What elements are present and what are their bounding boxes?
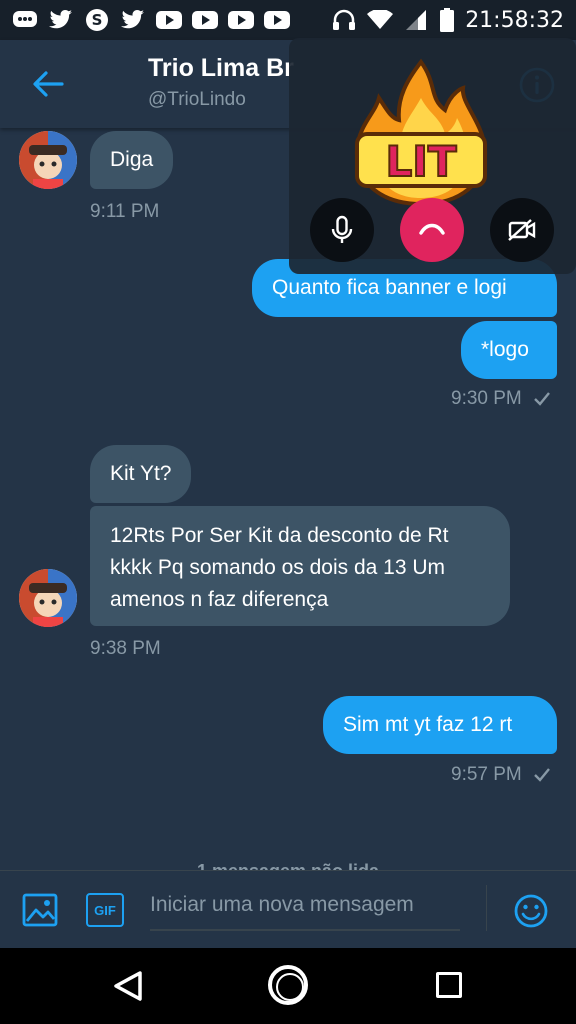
gif-button[interactable]: GIF — [86, 893, 124, 927]
skype-icon: S — [84, 9, 110, 31]
lit-fire-sticker: LIT — [341, 58, 501, 208]
youtube-icon — [228, 9, 254, 31]
nav-home-icon[interactable] — [268, 965, 308, 1005]
call-overlay[interactable]: LIT — [289, 38, 576, 274]
youtube-icon — [192, 9, 218, 31]
conversation-handle: @TrioLindo — [148, 89, 246, 110]
nav-back-icon[interactable] — [112, 970, 144, 1007]
message-line: amenos n faz diferença — [110, 588, 329, 611]
add-image-icon[interactable] — [22, 893, 58, 927]
sent-check-icon — [534, 392, 550, 406]
status-bar: S 21:58:32 — [0, 0, 576, 40]
back-arrow-icon[interactable] — [28, 64, 68, 104]
message-bubble[interactable]: Sim mt yt faz 12 rt — [323, 696, 557, 754]
youtube-icon — [264, 9, 290, 31]
nav-recents-icon[interactable] — [436, 972, 462, 998]
avatar[interactable] — [19, 131, 77, 189]
message-line: kkkk Pq somando os dois da 13 Um — [110, 556, 445, 579]
conversation-title[interactable]: Trio Lima Br — [148, 54, 294, 83]
message-bubble[interactable]: 12Rts Por Ser Kit da desconto de Rt kkkk… — [90, 506, 510, 626]
messages-icon — [12, 9, 38, 31]
message-text: Diga — [110, 148, 154, 171]
microphone-icon — [331, 215, 353, 243]
system-navigation-bar — [0, 948, 576, 1024]
wifi-icon — [367, 9, 394, 31]
message-timestamp: 9:57 PM — [451, 764, 551, 786]
emoji-icon[interactable] — [513, 893, 549, 929]
message-text: Kit Yt? — [110, 462, 172, 485]
message-timestamp: 9:30 PM — [451, 388, 551, 410]
message-line: 12Rts Por Ser Kit da desconto de Rt — [110, 524, 449, 547]
svg-text:S: S — [92, 11, 103, 29]
message-text: Sim mt yt faz 12 rt — [343, 713, 513, 736]
message-timestamp: 9:11 PM — [90, 201, 160, 222]
youtube-icon — [156, 9, 182, 31]
sent-check-icon — [534, 768, 550, 782]
system-status: 21:58:32 — [331, 8, 564, 33]
message-text: Quanto fica banner e logi — [272, 276, 507, 299]
twitter-icon — [48, 9, 74, 31]
clock: 21:58:32 — [465, 7, 564, 33]
unread-messages-banner: 1 mensagem não lida — [0, 854, 576, 870]
message-input[interactable]: Iniciar uma nova mensagem — [150, 885, 460, 931]
signal-icon — [403, 9, 429, 31]
mute-microphone-button[interactable] — [310, 198, 374, 262]
message-bubble[interactable]: Kit Yt? — [90, 445, 192, 503]
message-bubble[interactable]: Diga — [90, 131, 174, 189]
sticker-label: LIT — [385, 137, 456, 186]
timestamp-text: 9:30 PM — [451, 388, 522, 409]
message-bubble[interactable]: *logo — [461, 321, 557, 379]
battery-icon — [439, 8, 455, 32]
message-composer: GIF Iniciar uma nova mensagem — [0, 870, 576, 948]
notification-icons: S — [12, 9, 290, 31]
message-timestamp: 9:38 PM — [90, 638, 161, 659]
video-off-icon — [508, 219, 536, 241]
end-call-button[interactable] — [400, 198, 464, 262]
composer-divider — [486, 885, 487, 931]
headphones-icon — [331, 9, 357, 31]
timestamp-text: 9:57 PM — [451, 764, 522, 785]
toggle-video-button[interactable] — [490, 198, 554, 262]
message-text: *logo — [481, 338, 529, 361]
hang-up-icon — [419, 223, 445, 235]
avatar[interactable] — [19, 569, 77, 627]
twitter-icon — [120, 9, 146, 31]
